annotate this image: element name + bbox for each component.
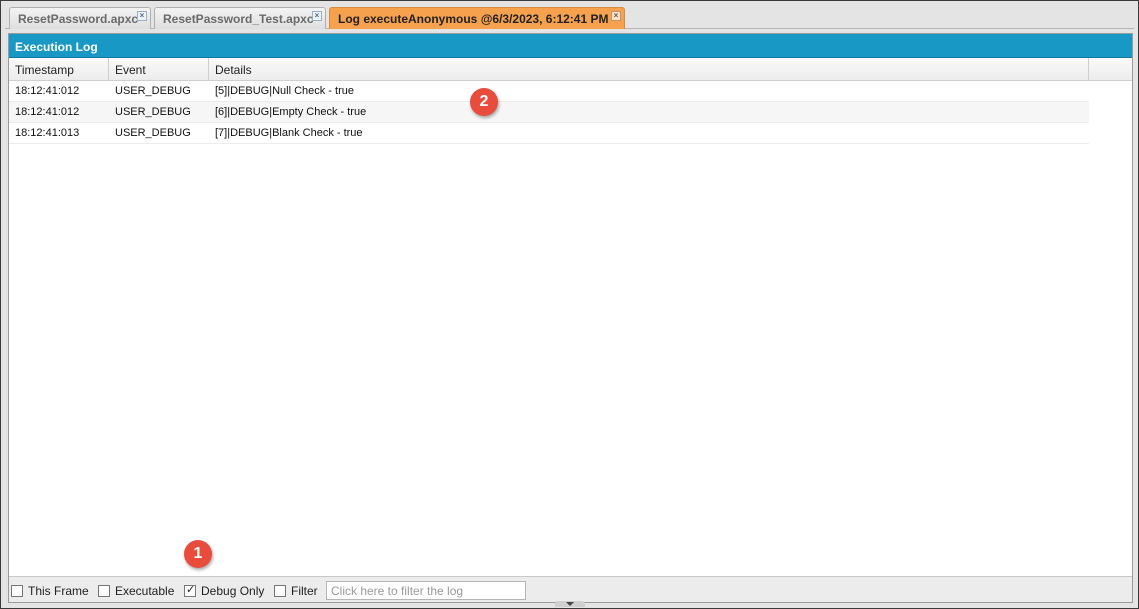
tab-resetpassword-apxc[interactable]: ResetPassword.apxc × xyxy=(9,7,151,29)
close-icon[interactable]: × xyxy=(611,11,621,21)
column-header-event[interactable]: Event xyxy=(109,58,209,81)
checkbox-label: Debug Only xyxy=(201,584,265,598)
table-row[interactable]: 18:12:41:012 USER_DEBUG [6]|DEBUG|Empty … xyxy=(9,102,1089,123)
this-frame-checkbox[interactable]: This Frame xyxy=(11,584,89,598)
execution-log-panel: Execution Log Timestamp Event Details 18… xyxy=(8,33,1133,603)
column-header-timestamp[interactable]: Timestamp xyxy=(9,58,109,81)
cell-event: USER_DEBUG xyxy=(115,106,191,118)
checkbox-label: This Frame xyxy=(28,584,89,598)
checkbox-label: Filter xyxy=(291,584,318,598)
checkbox-box-checked[interactable] xyxy=(184,583,196,597)
annotation-marker-2: 2 xyxy=(470,88,498,116)
tab-log-execute-anonymous[interactable]: Log executeAnonymous @6/3/2023, 6:12:41 … xyxy=(329,7,625,29)
log-filter-bar: This Frame Executable Debug Only Filter xyxy=(9,576,1132,602)
close-icon[interactable]: × xyxy=(137,11,147,21)
checkbox-box[interactable] xyxy=(274,585,286,597)
cell-details: [6]|DEBUG|Empty Check - true xyxy=(215,106,367,118)
filter-log-input[interactable] xyxy=(326,581,526,600)
column-header-details[interactable]: Details xyxy=(209,58,1089,81)
close-icon[interactable]: × xyxy=(312,11,322,21)
cell-timestamp: 18:12:41:013 xyxy=(15,127,80,139)
cell-event: USER_DEBUG xyxy=(115,127,191,139)
tab-label: Log executeAnonymous @6/3/2023, 6:12:41 … xyxy=(338,12,609,26)
tab-resetpassword-test-apxc[interactable]: ResetPassword_Test.apxc × xyxy=(154,7,326,29)
cell-details: [7]|DEBUG|Blank Check - true xyxy=(215,127,363,139)
tab-label: ResetPassword_Test.apxc xyxy=(163,12,314,26)
cell-timestamp: 18:12:41:012 xyxy=(15,106,80,118)
cell-details: [5]|DEBUG|Null Check - true xyxy=(215,85,354,97)
annotation-marker-1: 1 xyxy=(184,540,212,568)
tab-label: ResetPassword.apxc xyxy=(18,12,139,26)
log-table-body: 18:12:41:012 USER_DEBUG [5]|DEBUG|Null C… xyxy=(9,81,1089,144)
cell-timestamp: 18:12:41:012 xyxy=(15,85,80,97)
checkbox-box[interactable] xyxy=(11,585,23,597)
cell-event: USER_DEBUG xyxy=(115,85,191,97)
splitter-handle[interactable] xyxy=(555,601,585,607)
window: ResetPassword.apxc × ResetPassword_Test.… xyxy=(0,0,1139,609)
panel-title: Execution Log xyxy=(9,34,1132,58)
table-row[interactable]: 18:12:41:012 USER_DEBUG [5]|DEBUG|Null C… xyxy=(9,81,1089,102)
checkbox-label: Executable xyxy=(115,584,175,598)
table-row[interactable]: 18:12:41:013 USER_DEBUG [7]|DEBUG|Blank … xyxy=(9,123,1089,144)
tab-bar: ResetPassword.apxc × ResetPassword_Test.… xyxy=(5,5,1134,29)
filter-checkbox[interactable]: Filter xyxy=(274,584,318,598)
debug-only-checkbox[interactable]: Debug Only xyxy=(184,583,265,598)
checkbox-box[interactable] xyxy=(98,585,110,597)
column-header-row: Timestamp Event Details xyxy=(9,58,1132,81)
executable-checkbox[interactable]: Executable xyxy=(98,584,174,598)
